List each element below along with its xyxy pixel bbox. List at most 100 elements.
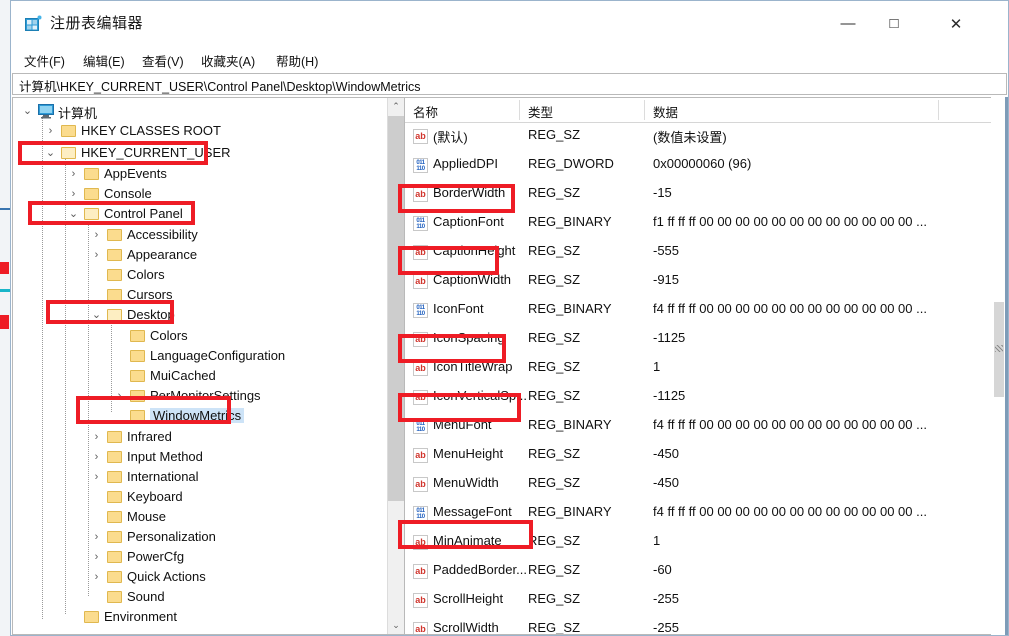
tree-node-label: PerMonitorSettings: [150, 388, 261, 403]
column-header-2[interactable]: 数据: [653, 102, 678, 121]
value-type: REG_SZ: [528, 127, 581, 142]
tree-node-environment[interactable]: Environment: [13, 608, 404, 628]
chevron-down-icon[interactable]: ⌄: [21, 105, 34, 118]
tree-node-permonitorsettings[interactable]: › PerMonitorSettings: [13, 387, 404, 407]
value-name: IconSpacing: [433, 330, 505, 345]
tree-node-personalization[interactable]: › Personalization: [13, 528, 404, 548]
tree-node-languageconfiguration[interactable]: LanguageConfiguration: [13, 347, 404, 367]
tree-node-international[interactable]: › International: [13, 468, 404, 488]
registry-value-row[interactable]: ab MenuHeight REG_SZ -450: [405, 442, 1006, 471]
tree-node-desktop[interactable]: ⌄ Desktop: [13, 306, 404, 326]
tree-node-label: WindowMetrics: [150, 408, 245, 423]
tree-node-keyboard[interactable]: Keyboard: [13, 488, 404, 508]
registry-value-row[interactable]: 011 110 AppliedDPI REG_DWORD 0x00000060 (96): [405, 152, 1006, 181]
tree-node-infrared[interactable]: › Infrared: [13, 428, 404, 448]
chevron-right-icon[interactable]: ›: [113, 390, 126, 403]
registry-value-row[interactable]: ab CaptionHeight REG_SZ -555: [405, 239, 1006, 268]
registry-value-row[interactable]: 011 110 MenuFont REG_BINARY f4 ff ff ff 00 0…: [405, 413, 1006, 442]
tree-node-windowmetrics[interactable]: WindowMetrics: [13, 407, 404, 427]
column-divider[interactable]: [938, 100, 939, 120]
tree-node-cursors[interactable]: Cursors: [13, 286, 404, 306]
registry-value-row[interactable]: ab CaptionWidth REG_SZ -915: [405, 268, 1006, 297]
tree-node-colors[interactable]: Colors: [13, 327, 404, 347]
registry-value-row[interactable]: ab ScrollWidth REG_SZ -255: [405, 616, 1006, 634]
value-type: REG_SZ: [528, 562, 581, 577]
value-type: REG_SZ: [528, 533, 581, 548]
computer-icon: [38, 104, 54, 119]
tree-node--[interactable]: ⌄ 计算机: [13, 102, 404, 122]
tree-node-label: Input Method: [127, 449, 203, 464]
tree-node-control-panel[interactable]: ⌄ Control Panel: [13, 205, 404, 225]
column-header-0[interactable]: 名称: [413, 102, 438, 121]
menu-item-0[interactable]: 文件(F): [21, 49, 68, 72]
chevron-right-icon[interactable]: ›: [90, 229, 103, 242]
maximize-button[interactable]: □: [871, 1, 917, 46]
registry-value-row[interactable]: ab ScrollHeight REG_SZ -255: [405, 587, 1006, 616]
registry-value-row[interactable]: ab IconTitleWrap REG_SZ 1: [405, 355, 1006, 384]
menu-item-1[interactable]: 编辑(E): [80, 49, 128, 72]
tree-node-label: Keyboard: [127, 489, 183, 504]
tree-node-powercfg[interactable]: › PowerCfg: [13, 548, 404, 568]
chevron-right-icon[interactable]: ›: [90, 431, 103, 444]
chevron-right-icon[interactable]: ›: [90, 551, 103, 564]
value-data: -255: [653, 591, 680, 606]
window-right-edge: [1005, 97, 1008, 635]
tree-node-accessibility[interactable]: › Accessibility: [13, 226, 404, 246]
tree-scroll-up-icon[interactable]: ⌃: [388, 98, 404, 115]
tree-node-appearance[interactable]: › Appearance: [13, 246, 404, 266]
registry-values-pane[interactable]: 名称 类型 数据 ab (默认) REG_SZ (数值未设置) 011 110 AppliedD…: [404, 97, 1007, 635]
tree-node-input-method[interactable]: › Input Method: [13, 448, 404, 468]
tree-scrollbar-thumb[interactable]: [388, 116, 404, 501]
registry-tree-pane[interactable]: ⌄ 计算机 › HKEY CLASSES ROOT ⌄ HKEY_CURRENT_USER…: [12, 97, 404, 635]
tree-scrollbar[interactable]: ⌃ ⌄: [387, 98, 404, 634]
chevron-right-icon[interactable]: ›: [90, 531, 103, 544]
minimize-button[interactable]: —: [825, 1, 871, 46]
chevron-down-icon[interactable]: ⌄: [90, 309, 103, 322]
registry-value-row[interactable]: ab (默认) REG_SZ (数值未设置): [405, 123, 1006, 152]
chevron-right-icon[interactable]: ›: [90, 471, 103, 484]
registry-value-row[interactable]: ab PaddedBorder... REG_SZ -60: [405, 558, 1006, 587]
value-name: CaptionWidth: [433, 272, 512, 287]
tree-scroll-down-icon[interactable]: ⌄: [388, 617, 404, 634]
registry-value-row[interactable]: ab IconSpacing REG_SZ -1125: [405, 326, 1006, 355]
registry-value-row[interactable]: 011 110 CaptionFont REG_BINARY f1 ff ff ff 0…: [405, 210, 1006, 239]
column-header-1[interactable]: 类型: [528, 102, 553, 121]
tree-node-colors[interactable]: Colors: [13, 266, 404, 286]
column-divider[interactable]: [519, 100, 520, 120]
value-data: -1125: [653, 330, 686, 345]
tree-node-hkey-current-user[interactable]: ⌄ HKEY_CURRENT_USER: [13, 144, 404, 164]
menu-item-2[interactable]: 查看(V): [139, 49, 187, 72]
value-type: REG_SZ: [528, 359, 581, 374]
tree-node-appevents[interactable]: › AppEvents: [13, 165, 404, 185]
address-bar[interactable]: 计算机\HKEY_CURRENT_USER\Control Panel\Desk…: [12, 73, 1007, 95]
tree-node-quick-actions[interactable]: › Quick Actions: [13, 568, 404, 588]
close-button[interactable]: ✕: [933, 1, 979, 46]
tree-node-mouse[interactable]: Mouse: [13, 508, 404, 528]
chevron-down-icon[interactable]: ⌄: [44, 147, 57, 160]
chevron-down-icon[interactable]: ⌄: [67, 208, 80, 221]
chevron-right-icon[interactable]: ›: [90, 571, 103, 584]
chevron-right-icon[interactable]: ›: [90, 451, 103, 464]
menu-item-3[interactable]: 收藏夹(A): [198, 49, 258, 72]
chevron-right-icon[interactable]: ›: [90, 249, 103, 262]
value-name: IconTitleWrap: [433, 359, 513, 374]
registry-value-row[interactable]: ab BorderWidth REG_SZ -15: [405, 181, 1006, 210]
registry-value-row[interactable]: ab MenuWidth REG_SZ -450: [405, 471, 1006, 500]
chevron-right-icon[interactable]: ›: [44, 125, 57, 138]
tree-node-console[interactable]: › Console: [13, 185, 404, 205]
binary-value-icon: 011 110: [413, 419, 428, 434]
binary-value-icon: 011 110: [413, 158, 428, 173]
chevron-right-icon[interactable]: ›: [67, 168, 80, 181]
menu-item-4[interactable]: 帮助(H): [273, 49, 321, 72]
tree-node-hkey-classes-root[interactable]: › HKEY CLASSES ROOT: [13, 122, 404, 142]
tree-node-sound[interactable]: Sound: [13, 588, 404, 608]
registry-value-row[interactable]: 011 110 IconFont REG_BINARY f4 ff ff ff 00 0…: [405, 297, 1006, 326]
column-divider[interactable]: [644, 100, 645, 120]
binary-value-icon: 011 110: [413, 506, 428, 521]
chevron-right-icon[interactable]: ›: [67, 188, 80, 201]
registry-value-row[interactable]: ab MinAnimate REG_SZ 1: [405, 529, 1006, 558]
tree-node-muicached[interactable]: MuiCached: [13, 367, 404, 387]
folder-icon: [84, 611, 99, 624]
registry-value-row[interactable]: 011 110 MessageFont REG_BINARY f4 ff ff ff 0…: [405, 500, 1006, 529]
registry-value-row[interactable]: ab IconVerticalSp... REG_SZ -1125: [405, 384, 1006, 413]
